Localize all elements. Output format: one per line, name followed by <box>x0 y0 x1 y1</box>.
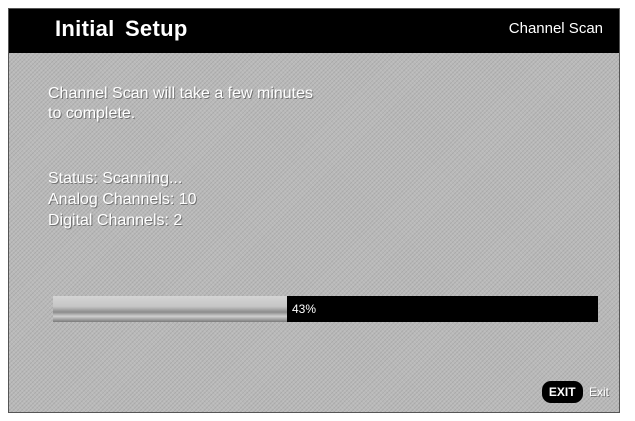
analog-channels-count: Analog Channels: 10 <box>48 191 197 208</box>
scan-progress-fill <box>53 296 287 322</box>
scan-status-text: Status: Scanning... <box>48 170 183 187</box>
scan-progress-label: 43% <box>292 302 317 316</box>
scan-message-line-2: to complete. <box>48 105 136 122</box>
exit-key-icon[interactable]: EXIT <box>541 381 583 403</box>
exit-hint[interactable]: EXIT Exit <box>541 381 609 405</box>
page-title: Initial Setup <box>55 16 188 41</box>
tv-setup-screen: Initial Setup Channel Scan Channel Scan … <box>8 8 620 413</box>
scan-message-line-1: Channel Scan will take a few minutes <box>48 85 314 102</box>
scan-message: Channel Scan will take a few minutes to … <box>48 84 313 124</box>
exit-label: Exit <box>588 385 609 399</box>
section-title: Channel Scan <box>508 20 603 37</box>
scan-progress-bar: 43% <box>53 296 598 322</box>
header-bar: Initial Setup Channel Scan <box>9 9 619 53</box>
digital-channels-count: Digital Channels: 2 <box>48 212 183 229</box>
